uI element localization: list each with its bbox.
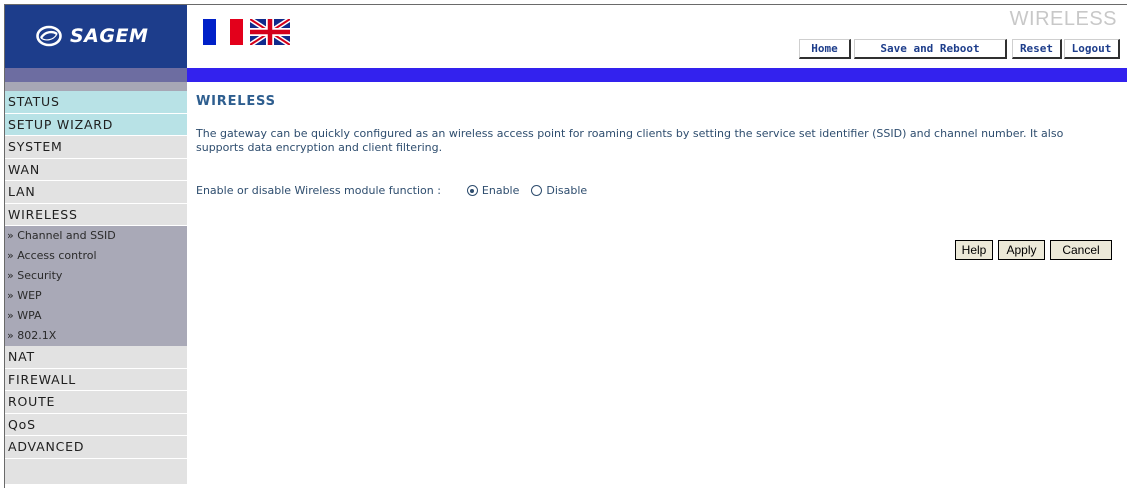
sidebar-nav: STATUS SETUP WIZARD SYSTEM WAN LAN WIREL… (5, 91, 187, 484)
sidebar-item-advanced[interactable]: ADVANCED (5, 436, 187, 459)
page-heading: WIRELESS (196, 94, 276, 109)
sidebar-item-nat[interactable]: NAT (5, 346, 187, 369)
sidebar-subitem-wpa[interactable]: » WPA (5, 306, 187, 326)
sidebar-item-firewall[interactable]: FIREWALL (5, 368, 187, 391)
logo-text: SAGEM (70, 25, 149, 47)
sagem-swirl-icon (36, 25, 62, 47)
wireless-enable-row: Enable or disable Wireless module functi… (196, 184, 599, 197)
sidebar-subitem-wep[interactable]: » WEP (5, 286, 187, 306)
header-blue-bar (187, 68, 1127, 82)
sidebar-item-lan[interactable]: LAN (5, 181, 187, 204)
french-flag-icon[interactable] (203, 19, 243, 45)
apply-button[interactable]: Apply (998, 240, 1045, 260)
sidebar-item-setup-wizard[interactable]: SETUP WIZARD (5, 113, 187, 136)
main-content: WIRELESS The gateway can be quickly conf… (196, 94, 1116, 197)
sagem-logo: SAGEM (5, 5, 187, 69)
sidebar-item-qos[interactable]: QoS (5, 413, 187, 436)
reset-button[interactable]: Reset (1012, 39, 1062, 59)
enable-radio-label: Enable (481, 184, 520, 197)
sidebar-subitem-channel-ssid[interactable]: » Channel and SSID (5, 226, 187, 246)
sidebar-item-status[interactable]: STATUS (5, 91, 187, 114)
logout-button[interactable]: Logout (1064, 39, 1120, 59)
wireless-enable-label: Enable or disable Wireless module functi… (196, 184, 441, 197)
sidebar-header-band (5, 68, 187, 91)
page-description: The gateway can be quickly configured as… (196, 127, 1064, 154)
enable-radio[interactable]: Enable (466, 184, 520, 197)
disable-radio-label: Disable (546, 184, 588, 197)
help-button[interactable]: Help (955, 240, 993, 260)
uk-flag-icon[interactable] (250, 19, 290, 45)
page-title-top: WIRELESS (1009, 8, 1117, 30)
cancel-button[interactable]: Cancel (1050, 240, 1112, 260)
save-and-reboot-button[interactable]: Save and Reboot (854, 39, 1007, 59)
sidebar-subitem-access-control[interactable]: » Access control (5, 246, 187, 266)
sidebar-item-wan[interactable]: WAN (5, 158, 187, 181)
home-button[interactable]: Home (799, 39, 851, 59)
sidebar-item-route[interactable]: ROUTE (5, 391, 187, 414)
enable-radio-button[interactable] (466, 185, 478, 196)
disable-radio-button[interactable] (531, 185, 543, 196)
sidebar-subitem-8021x[interactable]: » 802.1X (5, 326, 187, 346)
disable-radio[interactable]: Disable (531, 184, 587, 197)
sidebar-item-wireless[interactable]: WIRELESS (5, 203, 187, 226)
sidebar-footer (5, 458, 187, 484)
sidebar-item-system[interactable]: SYSTEM (5, 136, 187, 159)
sidebar-subitem-security[interactable]: » Security (5, 266, 187, 286)
